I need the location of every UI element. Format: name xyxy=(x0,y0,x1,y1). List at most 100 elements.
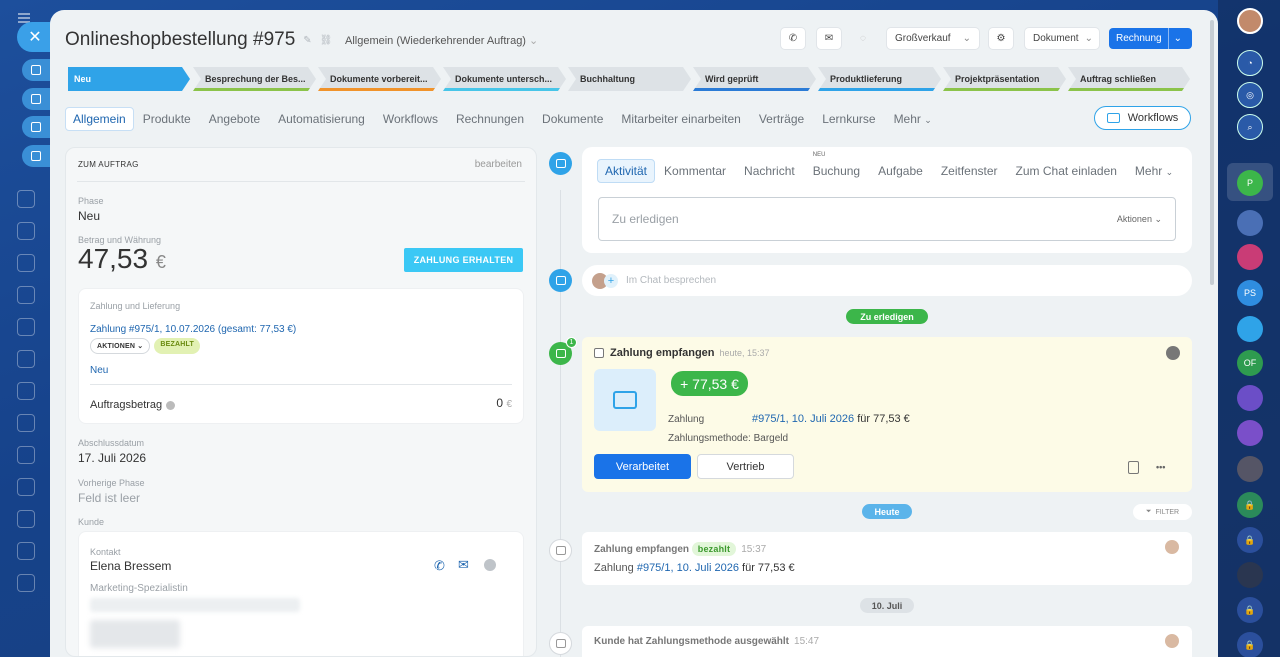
tab-rechnungen[interactable]: Rechnungen xyxy=(447,112,533,126)
history-link[interactable]: #975/1, 10. Juli 2026 xyxy=(637,562,739,574)
filter-button[interactable]: ⏷ FILTER xyxy=(1133,504,1192,520)
tag-nav-icon[interactable] xyxy=(17,382,35,400)
tab-aktivitaet[interactable]: Aktivität xyxy=(597,159,656,183)
chat-avatar-lock-3[interactable]: 🔒 xyxy=(1237,597,1263,623)
actions-dropdown[interactable]: AKTIONEN ⌄ xyxy=(90,338,151,354)
invoice-button[interactable]: Rechnung ⌄ xyxy=(1109,28,1192,49)
contact-mail-icon[interactable]: ✉ xyxy=(458,557,469,573)
cart-nav-icon[interactable] xyxy=(17,542,35,560)
chat-avatar-p[interactable]: P xyxy=(1237,170,1263,196)
tab-lernkurse[interactable]: Lernkurse xyxy=(813,112,884,126)
tab-workflows[interactable]: Workflows xyxy=(374,112,447,126)
tab-kommentar[interactable]: Kommentar xyxy=(655,160,735,182)
tab-automatisierung[interactable]: Automatisierung xyxy=(269,112,374,126)
news-nav-icon[interactable] xyxy=(17,286,35,304)
stage-neu[interactable]: Neu xyxy=(68,67,190,91)
export-nav-icon[interactable] xyxy=(17,574,35,592)
menu-icon[interactable] xyxy=(18,13,30,15)
sales-button[interactable]: Vertrieb xyxy=(697,454,794,479)
pen-nav-icon[interactable] xyxy=(17,414,35,432)
chat-avatar-calendar[interactable] xyxy=(1237,244,1263,270)
search-icon[interactable]: ⌕ xyxy=(1237,114,1263,140)
bell-icon[interactable]: ◔ xyxy=(1237,50,1263,76)
tab-chat-einladen[interactable]: Zum Chat einladen xyxy=(1007,160,1126,182)
document-button[interactable]: Dokument ⌄ xyxy=(1025,28,1099,49)
tab-mehr[interactable]: Mehr ⌄ xyxy=(1126,160,1182,182)
mail-icon[interactable]: ✉ xyxy=(817,28,841,49)
category-select[interactable]: Allgemein (Wiederkehrender Auftrag) ⌄ xyxy=(345,34,538,47)
tab-mitarbeiter[interactable]: Mitarbeiter einarbeiten xyxy=(612,112,749,126)
add-participant-icon[interactable]: + xyxy=(604,273,618,288)
processed-button[interactable]: Verarbeitet xyxy=(594,454,691,479)
card-nav-icon[interactable] xyxy=(17,254,35,272)
tab-dokumente[interactable]: Dokumente xyxy=(533,112,612,126)
collapse-icon[interactable] xyxy=(22,88,50,110)
stage-buchhaltung[interactable]: Buchhaltung xyxy=(568,67,691,91)
contact-chat-icon[interactable] xyxy=(484,559,496,571)
funnel-select[interactable]: Großverkauf ⌄ xyxy=(887,28,979,49)
gear-icon[interactable]: ⚙ xyxy=(989,28,1013,49)
workflows-button[interactable]: Workflows xyxy=(1094,106,1191,130)
copy-link-icon[interactable]: ⛓ xyxy=(320,35,333,46)
contact-name[interactable]: Elena Bressem xyxy=(90,559,171,573)
phone-icon[interactable]: ✆ xyxy=(781,28,805,49)
stage-auftrag-schliessen[interactable]: Auftrag schließen xyxy=(1068,67,1190,91)
chevron-down-icon[interactable]: ⌄ xyxy=(1167,28,1187,49)
document-icon[interactable] xyxy=(1128,461,1139,474)
chat-icon[interactable]: ◌ xyxy=(851,28,875,49)
payment-received-button[interactable]: ZAHLUNG ERHALTEN xyxy=(404,248,523,272)
chat-avatar-lock-4[interactable]: 🔒 xyxy=(1237,632,1263,657)
delivery-status[interactable]: Neu xyxy=(90,365,108,376)
stage-dokumente-vorbereiten[interactable]: Dokumente vorbereit... xyxy=(318,67,441,91)
stage-produktlieferung[interactable]: Produktlieferung xyxy=(818,67,941,91)
tab-angebote[interactable]: Angebote xyxy=(200,112,269,126)
payment-detail-link[interactable]: #975/1, 10. Juli 2026 xyxy=(752,413,854,425)
calendar-nav-icon[interactable] xyxy=(17,222,35,240)
edit-link[interactable]: bearbeiten xyxy=(475,159,522,170)
tab-buchung[interactable]: NEU Buchung xyxy=(804,152,869,182)
scrollbar[interactable] xyxy=(1210,20,1214,285)
grid-nav-icon[interactable] xyxy=(17,510,35,528)
chat-discussion-input[interactable]: + Im Chat besprechen xyxy=(582,265,1192,296)
complete-checkbox[interactable] xyxy=(594,348,604,358)
stage-dokumente-unterschreiben[interactable]: Dokumente untersch... xyxy=(443,67,566,91)
link-icon[interactable] xyxy=(22,59,50,81)
todo-input[interactable]: Zu erledigen Aktionen ⌄ xyxy=(598,197,1176,241)
filter-nav-icon[interactable] xyxy=(17,446,35,464)
chat-avatar-of[interactable]: OF xyxy=(1237,350,1263,376)
stage-projektpraesentation[interactable]: Projektpräsentation xyxy=(943,67,1066,91)
help-icon[interactable] xyxy=(166,400,176,410)
mail-nav-icon[interactable] xyxy=(17,350,35,368)
tab-mehr[interactable]: Mehr ⌄ xyxy=(885,112,941,126)
phase-value[interactable]: Neu xyxy=(78,209,100,223)
close-date-value[interactable]: 17. Juli 2026 xyxy=(78,451,146,465)
chat-avatar-message[interactable] xyxy=(1237,316,1263,342)
chat-avatar-spiral[interactable] xyxy=(1237,385,1263,411)
image-nav-icon[interactable] xyxy=(17,478,35,496)
responsible-user-icon[interactable] xyxy=(1166,346,1180,360)
tab-aufgabe[interactable]: Aufgabe xyxy=(869,160,932,182)
tab-zeitfenster[interactable]: Zeitfenster xyxy=(932,160,1007,182)
todo-actions-dropdown[interactable]: Aktionen ⌄ xyxy=(1117,214,1162,225)
edit-pencil-icon[interactable]: ✎ xyxy=(303,35,311,46)
amount-value[interactable]: 47,53 € xyxy=(78,243,166,275)
stage-besprechung[interactable]: Besprechung der Bes... xyxy=(193,67,316,91)
chat-avatar-landscape[interactable] xyxy=(1237,562,1263,588)
chat-avatar-person[interactable] xyxy=(1237,456,1263,482)
chat-avatar-ps[interactable]: PS xyxy=(1237,280,1263,306)
tab-vertraege[interactable]: Verträge xyxy=(750,112,813,126)
contact-phone-icon[interactable]: ✆ xyxy=(434,558,445,574)
chat-nav-icon[interactable] xyxy=(17,190,35,208)
pulse-icon[interactable]: ◎ xyxy=(1237,82,1263,108)
more-options-icon[interactable]: ••• xyxy=(1156,462,1165,472)
chat-avatar-lock-2[interactable]: 🔒 xyxy=(1237,527,1263,553)
payment-link[interactable]: Zahlung #975/1, 10.07.2026 (gesamt: 77,5… xyxy=(90,324,296,335)
chat-avatar-spiral-2[interactable] xyxy=(1237,420,1263,446)
chat-avatar-lock[interactable]: 🔒 xyxy=(1237,492,1263,518)
tab-produkte[interactable]: Produkte xyxy=(134,112,200,126)
stage-wird-geprueft[interactable]: Wird geprüft xyxy=(693,67,816,91)
print-icon[interactable] xyxy=(22,145,50,167)
tasks-nav-icon[interactable] xyxy=(17,318,35,336)
open-new-window-icon[interactable] xyxy=(22,116,50,138)
user-avatar[interactable] xyxy=(1237,8,1263,34)
